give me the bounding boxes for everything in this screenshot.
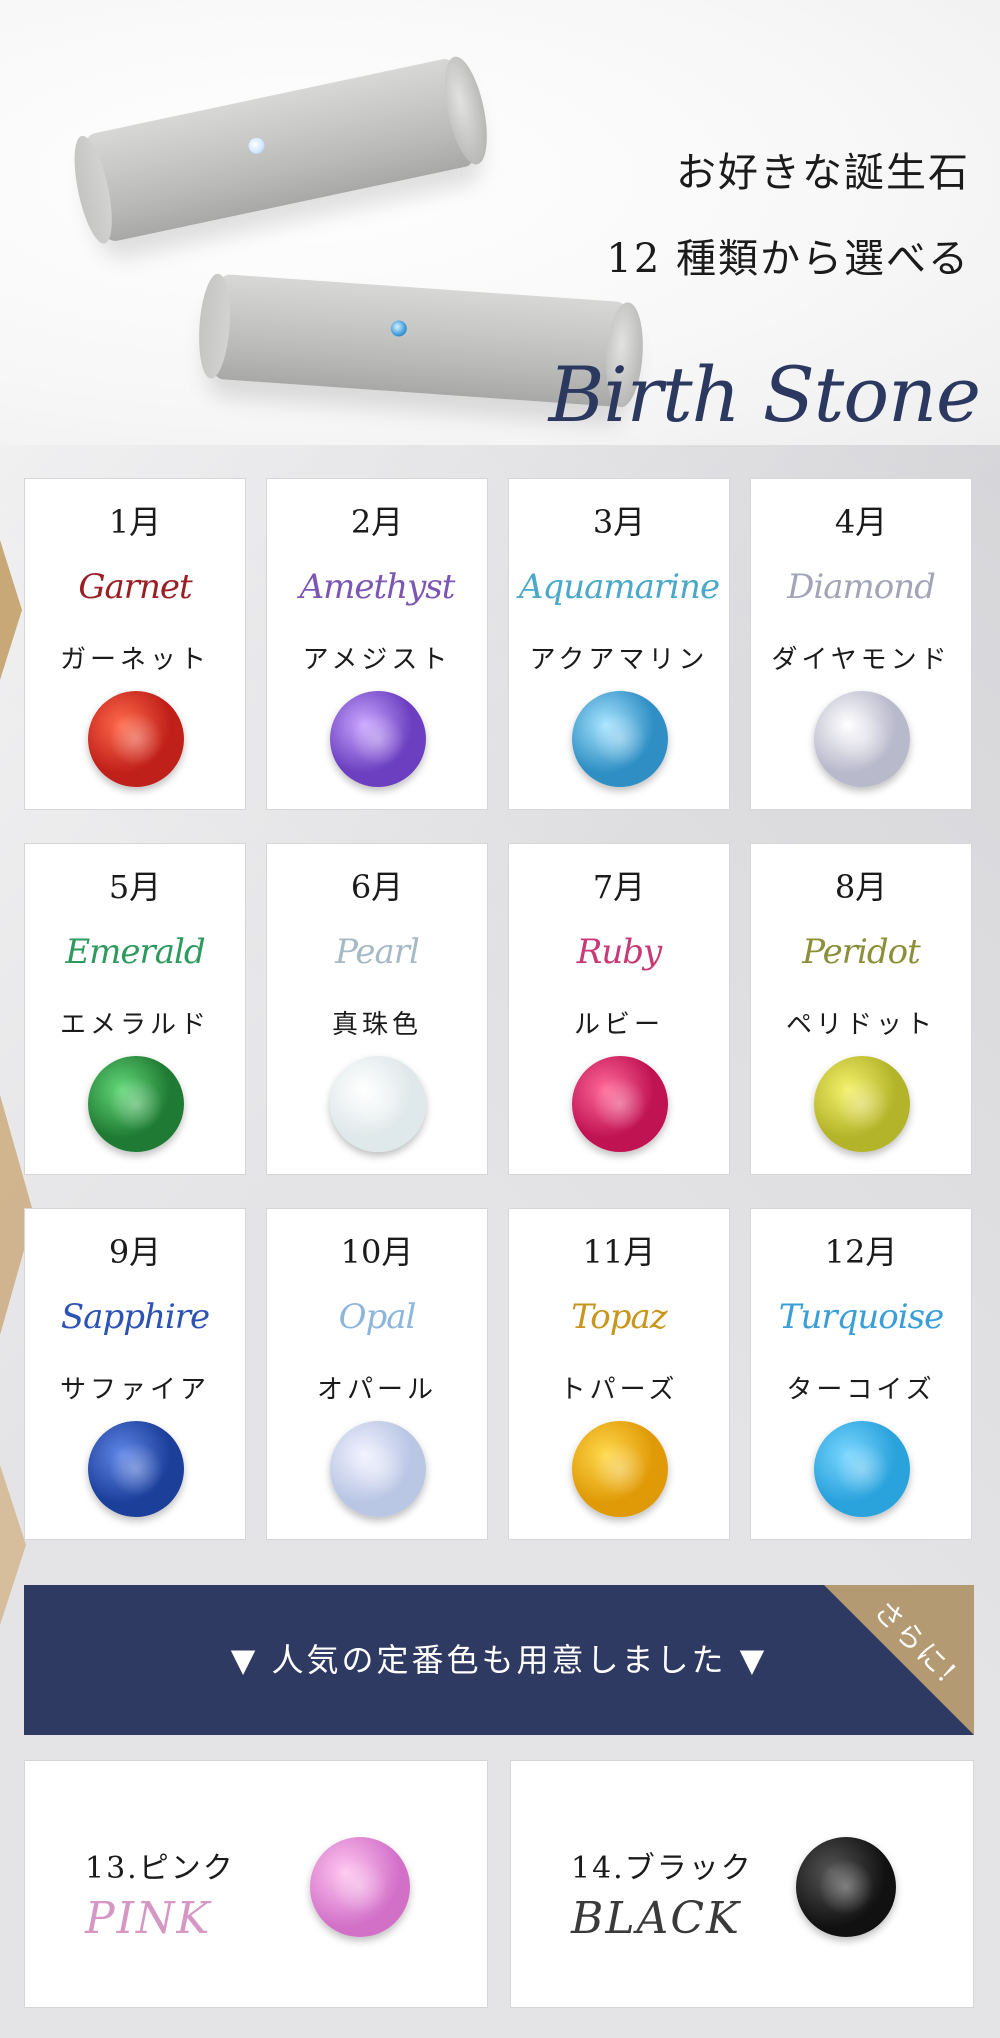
gemstone-image: [310, 1837, 410, 1937]
card-japanese-name: エメラルド: [59, 1010, 210, 1040]
card-month: 6月: [350, 868, 404, 906]
card-month: 12月: [824, 1233, 898, 1271]
birthstone-card: 5月 Emerald エメラルド: [24, 843, 246, 1175]
card-english-name: Peridot: [802, 932, 921, 972]
extra-color-number: 13.ピンク: [85, 1851, 235, 1886]
seal-end: [67, 132, 120, 247]
card-japanese-name: アメジスト: [302, 645, 452, 675]
gemstone-image: [814, 691, 910, 787]
card-english-name: Sapphire: [60, 1297, 210, 1337]
card-english-name: Emerald: [65, 932, 205, 972]
card-japanese-name: トパーズ: [559, 1375, 679, 1405]
card-month: 5月: [108, 868, 162, 906]
card-japanese-name: サファイア: [59, 1375, 210, 1405]
birthstone-card: 8月 Peridot ペリドット: [750, 843, 972, 1175]
card-month: 4月: [834, 503, 888, 541]
card-japanese-name: ダイヤモンド: [771, 645, 951, 675]
gemstone-image: [572, 691, 668, 787]
card-english-name: Amethyst: [299, 567, 456, 607]
popular-colors-banner: ▼ 人気の定番色も用意しました ▼ さらに!: [24, 1585, 974, 1735]
extra-color-english: BLACK: [571, 1893, 741, 1944]
card-japanese-name: ガーネット: [59, 645, 210, 675]
card-english-name: Diamond: [787, 567, 936, 607]
gold-accent: [0, 1465, 26, 1625]
gold-accent: [0, 540, 22, 680]
card-month: 2月: [350, 503, 404, 541]
extra-color-english: PINK: [85, 1893, 212, 1944]
card-month: 10月: [340, 1233, 414, 1271]
birthstone-card: 7月 Ruby ルビー: [508, 843, 730, 1175]
card-japanese-name: ルビー: [573, 1010, 664, 1040]
extra-color-card: 14.ブラック BLACK: [510, 1760, 974, 2008]
extra-color-number: 14.ブラック: [571, 1851, 753, 1886]
birthstone-card: 10月 Opal オパール: [266, 1208, 488, 1540]
gemstone-image: [572, 1421, 668, 1517]
seal-cap: [436, 52, 495, 169]
card-english-name: Garnet: [78, 567, 192, 607]
birthstone-card: 11月 Topaz トパーズ: [508, 1208, 730, 1540]
seal-gem: [247, 136, 267, 156]
card-japanese-name: アクアマリン: [529, 645, 709, 675]
birthstone-card: 9月 Sapphire サファイア: [24, 1208, 246, 1540]
hero-line-2: 12 種類から選べる: [606, 236, 970, 282]
card-month: 9月: [108, 1233, 162, 1271]
birthstone-card: 6月 Pearl 真珠色: [266, 843, 488, 1175]
birthstone-card: 4月 Diamond ダイヤモンド: [750, 478, 972, 810]
card-month: 11月: [582, 1233, 656, 1271]
gemstone-image: [796, 1837, 896, 1937]
seal-image-top: [67, 52, 495, 247]
birthstone-card: 2月 Amethyst アメジスト: [266, 478, 488, 810]
gemstone-image: [330, 691, 426, 787]
card-japanese-name: 真珠色: [331, 1010, 422, 1040]
birthstone-card: 12月 Turquoise ターコイズ: [750, 1208, 972, 1540]
seal-end: [195, 272, 234, 380]
gemstone-image: [330, 1421, 426, 1517]
card-japanese-name: ターコイズ: [786, 1375, 936, 1405]
hero-headline: お好きな誕生石 12 種類から選べる: [606, 130, 970, 302]
card-english-name: Opal: [338, 1297, 417, 1337]
gemstone-image: [572, 1056, 668, 1152]
card-english-name: Aquamarine: [518, 567, 720, 607]
card-month: 8月: [834, 868, 888, 906]
birthstone-card: 3月 Aquamarine アクアマリン: [508, 478, 730, 810]
hero-line-1: お好きな誕生石: [676, 150, 970, 196]
gemstone-image: [814, 1421, 910, 1517]
birth-stone-logo: Birth Stone: [548, 350, 981, 439]
card-japanese-name: ペリドット: [785, 1010, 936, 1040]
card-english-name: Turquoise: [778, 1297, 944, 1337]
seal-gem: [390, 319, 408, 338]
gemstone-image: [88, 1421, 184, 1517]
gemstone-image: [88, 1056, 184, 1152]
gemstone-image: [88, 691, 184, 787]
card-japanese-name: オパール: [316, 1375, 437, 1405]
card-month: 7月: [592, 868, 646, 906]
birthstone-card: 1月 Garnet ガーネット: [24, 478, 246, 810]
card-english-name: Ruby: [576, 932, 662, 972]
gemstone-image: [330, 1056, 426, 1152]
card-english-name: Pearl: [335, 932, 420, 972]
hero-section: お好きな誕生石 12 種類から選べる Birth Stone: [0, 0, 1000, 445]
gemstone-image: [814, 1056, 910, 1152]
extra-color-card: 13.ピンク PINK: [24, 1760, 488, 2008]
card-english-name: Topaz: [571, 1297, 667, 1337]
card-month: 1月: [108, 503, 162, 541]
card-month: 3月: [592, 503, 646, 541]
